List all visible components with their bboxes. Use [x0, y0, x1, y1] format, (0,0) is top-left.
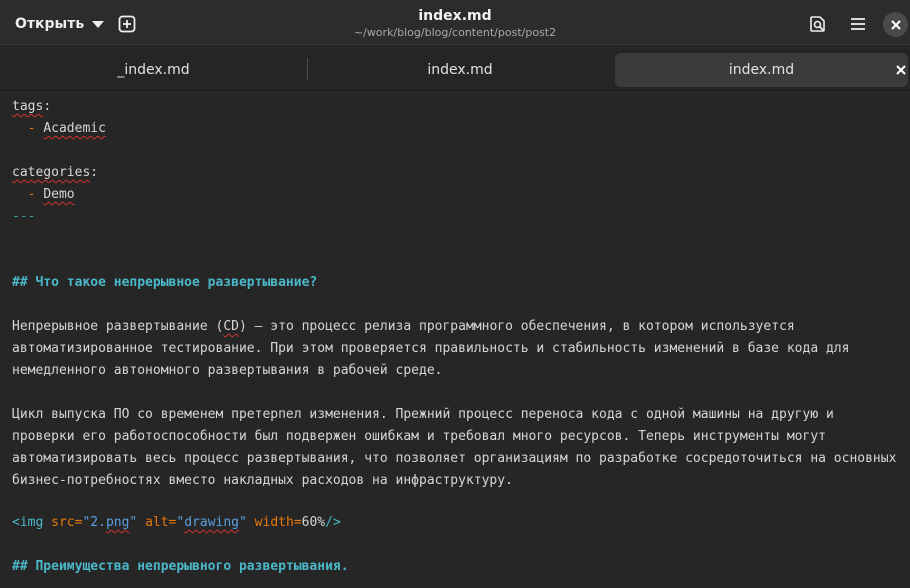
tab-index-md-active[interactable]: index.md — [615, 53, 908, 87]
editor-line: автоматизированное тестирование. При это… — [12, 341, 850, 356]
main-menu-button[interactable] — [844, 10, 872, 38]
text-editor[interactable]: tags: - Academic categories: - Demo --- … — [0, 92, 910, 588]
front-matter-end: --- — [12, 209, 36, 224]
editor-line: автоматизировать весь процесс развертыва… — [12, 451, 897, 466]
editor-line: categories: — [12, 165, 99, 180]
editor-line: Цикл выпуска ПО со временем претерпел из… — [12, 407, 834, 422]
menu-icon — [851, 18, 865, 30]
editor-line: Непрерывное развертывание (CD) — это про… — [12, 319, 795, 334]
markdown-heading: ## Что такое непрерывное развертывание? — [12, 275, 318, 290]
editor-line: немедленного автономного развертывания в… — [12, 363, 443, 378]
header-bar: Открыть index.md ~/work/blog/blog/conten… — [0, 0, 910, 47]
tab-bar: _index.md index.md index.md — [0, 48, 910, 91]
editor-line: бизнес-потребностях вместо накладных рас… — [12, 473, 513, 488]
editor-line: проверки его работоспособности был подве… — [12, 429, 826, 444]
open-button[interactable]: Открыть — [6, 9, 113, 38]
tab-label: index.md — [728, 62, 795, 78]
new-tab-button[interactable] — [113, 10, 141, 38]
editor-line: - Demo — [27, 187, 75, 202]
tab-index-md-list[interactable]: _index.md — [0, 53, 307, 87]
editor-line: - Academic — [27, 121, 106, 136]
close-icon — [896, 65, 906, 75]
tab-close-button[interactable] — [894, 60, 908, 80]
open-button-label: Открыть — [15, 15, 85, 32]
new-tab-icon — [118, 15, 136, 33]
search-button[interactable] — [804, 10, 832, 38]
chevron-down-icon — [92, 20, 105, 28]
tab-label: _index.md — [117, 62, 190, 78]
editor-line: tags: — [12, 99, 52, 114]
close-window-button[interactable] — [883, 12, 908, 37]
tab-label: index.md — [427, 62, 493, 78]
tab-index-md-1[interactable]: index.md — [308, 53, 612, 87]
html-img-line: <img src="2.png" alt="drawing" width=60%… — [12, 515, 341, 530]
markdown-heading: ## Преимущества непрерывного развертыван… — [12, 559, 349, 574]
close-icon — [890, 19, 901, 30]
search-icon — [810, 16, 825, 32]
